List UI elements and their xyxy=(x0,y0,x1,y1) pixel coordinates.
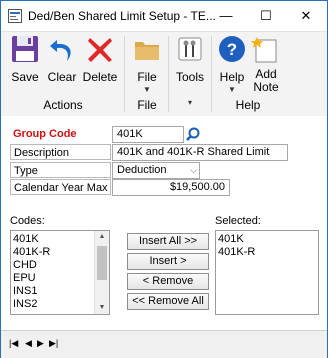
ribbon-toolbar: Save Clear Delete Actions File ▼ File To… xyxy=(1,31,327,117)
list-item[interactable]: 401K-R xyxy=(216,246,318,259)
tools-label: Tools xyxy=(175,70,204,84)
selected-label: Selected: xyxy=(215,215,261,227)
chevron-down-icon: ⌵ xyxy=(190,165,197,175)
file-label: File xyxy=(137,70,157,84)
setup-window: Ded/Ben Shared Limit Setup - TE... — ☐ ✕… xyxy=(0,0,328,358)
undo-arrow-icon xyxy=(50,40,71,61)
lookup-button[interactable] xyxy=(185,126,201,142)
group-label-help: Help xyxy=(235,98,261,112)
add-note-label: Add Note xyxy=(253,67,279,94)
save-icon xyxy=(12,36,38,62)
save-button[interactable]: Save xyxy=(7,34,43,90)
group-label-file: File xyxy=(137,98,157,112)
insert-button[interactable]: Insert > xyxy=(127,253,209,270)
group-label-actions: Actions xyxy=(43,98,83,112)
minimize-button[interactable]: — xyxy=(206,3,246,29)
description-input[interactable]: 401K and 401K-R Shared Limit xyxy=(112,144,288,161)
delete-label: Delete xyxy=(82,70,118,84)
type-label: Type xyxy=(10,162,111,178)
help-dropdown-arrow-icon[interactable]: ▼ xyxy=(227,85,237,94)
save-label: Save xyxy=(11,70,39,84)
clear-label: Clear xyxy=(47,70,77,84)
first-record-icon[interactable]: |◀ xyxy=(9,338,18,349)
calendar-year-max-label: Calendar Year Max xyxy=(10,179,111,195)
form-area: Group Code 401K Description 401K and 401… xyxy=(1,116,327,330)
selected-list: 401K 401K-R xyxy=(216,231,318,259)
type-selected-value: Deduction xyxy=(117,164,167,176)
calendar-year-max-input[interactable]: $19,500.00 xyxy=(112,179,230,196)
help-menu-button[interactable]: ? Help xyxy=(214,34,250,90)
file-menu-button[interactable]: File xyxy=(129,34,165,90)
maximize-button[interactable]: ☐ xyxy=(246,3,286,29)
codes-label: Codes: xyxy=(10,215,45,227)
clear-button[interactable]: Clear xyxy=(44,34,80,90)
add-note-icon xyxy=(251,37,277,63)
scroll-down-arrow-icon[interactable]: ▼ xyxy=(95,302,109,314)
record-navigation-bar: |◀ ◀ ▶ ▶| xyxy=(1,330,327,358)
scroll-up-arrow-icon[interactable]: ▲ xyxy=(95,231,109,243)
app-window-icon xyxy=(8,9,22,23)
type-select[interactable]: Deduction ⌵ xyxy=(112,162,200,179)
svg-text:?: ? xyxy=(227,40,237,59)
delete-button[interactable]: Delete xyxy=(81,34,119,90)
description-label: Description xyxy=(10,144,111,160)
tools-menu-button[interactable]: Tools xyxy=(172,34,208,90)
folder-icon xyxy=(135,42,159,60)
last-record-icon[interactable]: ▶| xyxy=(49,338,58,349)
codes-listbox[interactable]: 401K 401K-R CHD EPU INS1 INS2 ▲ ▼ xyxy=(10,230,110,315)
add-note-button[interactable]: Add Note xyxy=(250,34,282,94)
group-code-label: Group Code xyxy=(13,128,77,140)
insert-all-button[interactable]: Insert All >> xyxy=(127,233,209,250)
title-bar[interactable]: Ded/Ben Shared Limit Setup - TE... — ☐ ✕ xyxy=(1,1,327,31)
tools-dropdown-arrow-icon[interactable]: ▾ xyxy=(185,98,195,107)
previous-record-icon[interactable]: ◀ xyxy=(25,338,32,349)
help-question-icon: ? xyxy=(219,36,245,62)
delete-x-icon xyxy=(88,38,112,62)
ribbon-separator xyxy=(124,36,125,112)
magnifier-icon xyxy=(186,127,200,141)
close-button[interactable]: ✕ xyxy=(286,3,326,29)
window-title: Ded/Ben Shared Limit Setup - TE... xyxy=(28,9,216,23)
selected-listbox[interactable]: 401K 401K-R xyxy=(215,230,319,315)
ribbon-separator xyxy=(168,36,169,112)
scroll-thumb[interactable] xyxy=(97,246,107,280)
group-code-input[interactable]: 401K xyxy=(112,126,184,143)
file-dropdown-arrow-icon[interactable]: ▼ xyxy=(142,85,152,94)
remove-all-button[interactable]: << Remove All xyxy=(127,293,209,310)
ribbon-separator xyxy=(211,36,212,112)
remove-button[interactable]: < Remove xyxy=(127,273,209,290)
next-record-icon[interactable]: ▶ xyxy=(37,338,44,349)
tools-icon xyxy=(178,37,202,61)
help-label: Help xyxy=(219,70,245,84)
codes-scrollbar[interactable]: ▲ ▼ xyxy=(94,231,109,314)
list-item[interactable]: 401K xyxy=(216,233,318,246)
